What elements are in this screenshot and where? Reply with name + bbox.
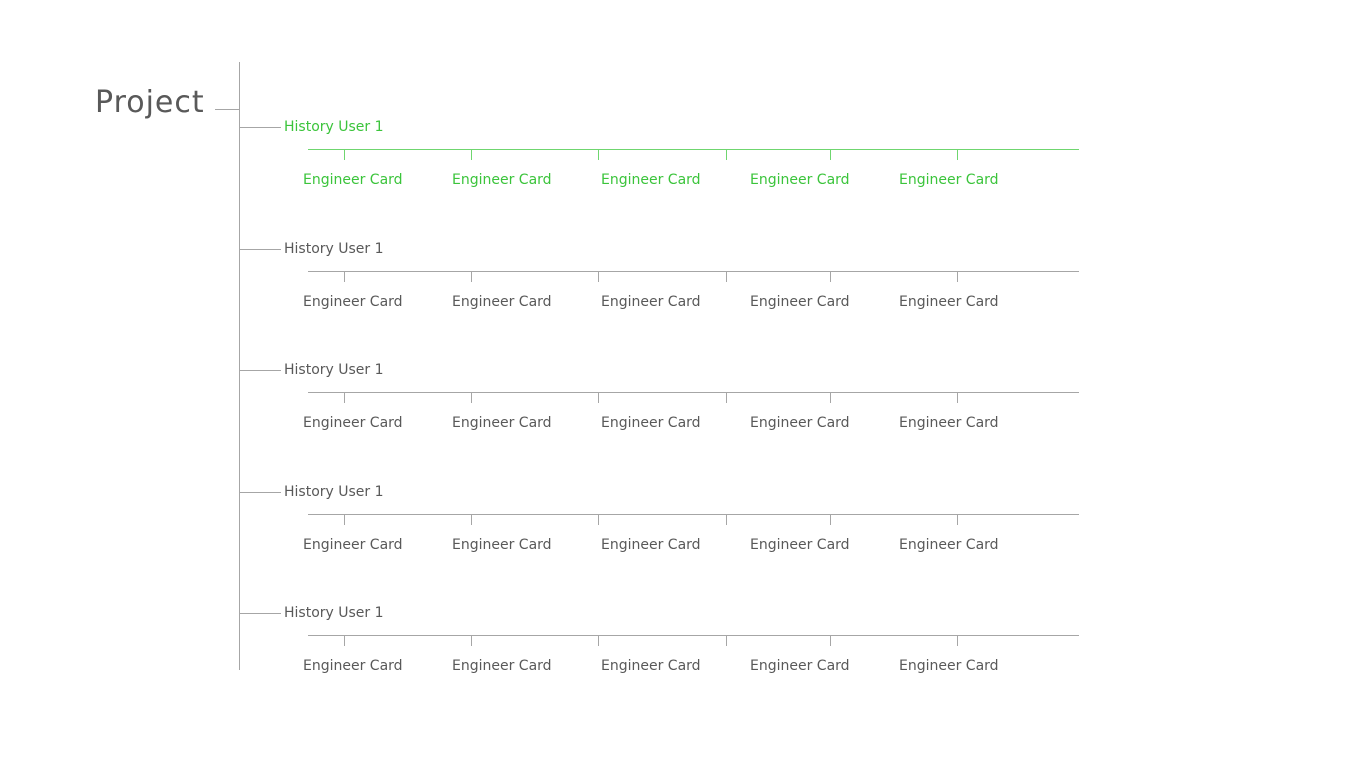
history-user-label[interactable]: History User 1 (284, 361, 384, 379)
engineer-card-label[interactable]: Engineer Card (601, 536, 701, 554)
engineer-card-label[interactable]: Engineer Card (601, 171, 701, 189)
branch-tick (957, 149, 958, 160)
engineer-card-label[interactable]: Engineer Card (899, 171, 999, 189)
branch-tick (726, 271, 727, 282)
engineer-card-label[interactable]: Engineer Card (750, 171, 850, 189)
history-user-group: History User 1 Engineer Card Engineer Card… (0, 361, 1366, 441)
branch-tick (726, 149, 727, 160)
group-connector (240, 249, 281, 250)
group-connector (240, 492, 281, 493)
branch-tick (344, 392, 345, 403)
branch-tick (830, 635, 831, 646)
engineer-card-label[interactable]: Engineer Card (303, 536, 403, 554)
group-branch-line (308, 514, 1079, 515)
engineer-card-label[interactable]: Engineer Card (303, 657, 403, 675)
engineer-card-label[interactable]: Engineer Card (452, 536, 552, 554)
branch-tick (598, 271, 599, 282)
engineer-card-label[interactable]: Engineer Card (750, 414, 850, 432)
group-connector (240, 127, 281, 128)
history-user-label[interactable]: History User 1 (284, 483, 384, 501)
engineer-card-label[interactable]: Engineer Card (899, 414, 999, 432)
group-connector (240, 613, 281, 614)
branch-tick (344, 514, 345, 525)
branch-tick (598, 635, 599, 646)
engineer-card-label[interactable]: Engineer Card (601, 293, 701, 311)
engineer-card-label[interactable]: Engineer Card (750, 536, 850, 554)
engineer-card-label[interactable]: Engineer Card (303, 171, 403, 189)
history-user-group: History User 1 Engineer Card Engineer Card… (0, 483, 1366, 563)
group-branch-line (308, 635, 1079, 636)
branch-tick (830, 392, 831, 403)
engineer-card-label[interactable]: Engineer Card (899, 536, 999, 554)
branch-tick (957, 271, 958, 282)
engineer-card-label[interactable]: Engineer Card (899, 293, 999, 311)
project-connector (215, 109, 239, 110)
engineer-card-label[interactable]: Engineer Card (303, 414, 403, 432)
branch-tick (830, 514, 831, 525)
branch-tick (598, 149, 599, 160)
branch-tick (598, 514, 599, 525)
history-user-group: History User 1 Engineer Card Engineer Card… (0, 240, 1366, 320)
engineer-card-label[interactable]: Engineer Card (452, 657, 552, 675)
project-title: Project (95, 85, 205, 120)
project-tree: Project History User 1 Engineer Card Engin… (0, 0, 1366, 768)
branch-tick (471, 514, 472, 525)
engineer-card-label[interactable]: Engineer Card (601, 414, 701, 432)
engineer-card-label[interactable]: Engineer Card (303, 293, 403, 311)
engineer-card-label[interactable]: Engineer Card (601, 657, 701, 675)
engineer-card-label[interactable]: Engineer Card (452, 414, 552, 432)
branch-tick (344, 149, 345, 160)
engineer-card-label[interactable]: Engineer Card (899, 657, 999, 675)
history-user-label[interactable]: History User 1 (284, 118, 384, 136)
branch-tick (598, 392, 599, 403)
branch-tick (957, 392, 958, 403)
history-user-label[interactable]: History User 1 (284, 604, 384, 622)
branch-tick (344, 271, 345, 282)
engineer-card-label[interactable]: Engineer Card (750, 293, 850, 311)
group-branch-line (308, 271, 1079, 272)
branch-tick (471, 392, 472, 403)
branch-tick (957, 635, 958, 646)
engineer-card-label[interactable]: Engineer Card (750, 657, 850, 675)
group-branch-line (308, 149, 1079, 150)
history-user-label[interactable]: History User 1 (284, 240, 384, 258)
group-connector (240, 370, 281, 371)
branch-tick (726, 514, 727, 525)
branch-tick (471, 635, 472, 646)
branch-tick (344, 635, 345, 646)
history-user-group: History User 1 Engineer Card Engineer Card… (0, 604, 1366, 684)
engineer-card-label[interactable]: Engineer Card (452, 293, 552, 311)
branch-tick (830, 149, 831, 160)
branch-tick (471, 149, 472, 160)
branch-tick (726, 635, 727, 646)
branch-tick (830, 271, 831, 282)
branch-tick (957, 514, 958, 525)
engineer-card-label[interactable]: Engineer Card (452, 171, 552, 189)
group-branch-line (308, 392, 1079, 393)
branch-tick (471, 271, 472, 282)
history-user-group: History User 1 Engineer Card Engineer Card… (0, 118, 1366, 198)
branch-tick (726, 392, 727, 403)
